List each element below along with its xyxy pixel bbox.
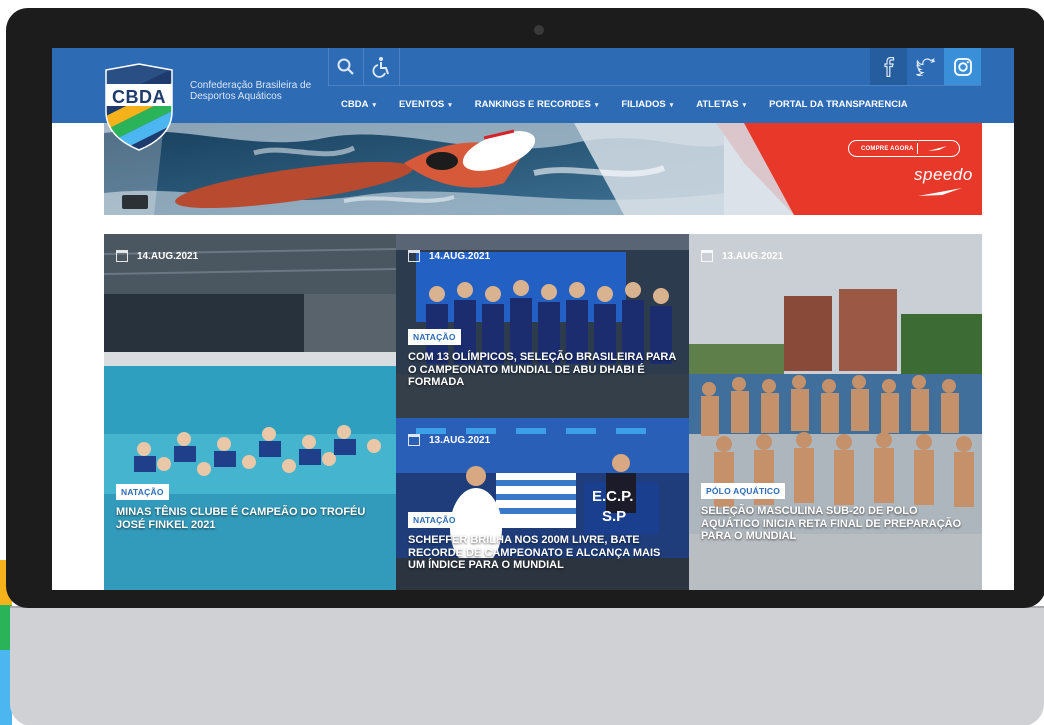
social-links (870, 48, 981, 85)
news-date: 14.AUG.2021 (116, 250, 198, 262)
news-date-text: 14.AUG.2021 (429, 250, 491, 262)
news-date: 13.AUG.2021 (408, 434, 490, 446)
site-header: Confederação Brasileira de Desportos Aqu… (52, 48, 1014, 123)
pool-celebration-photo (104, 234, 396, 590)
news-headline[interactable]: MINAS TÊNIS CLUBE É CAMPEÃO DO TROFÉU JO… (116, 506, 392, 531)
speedo-boomerang-icon (928, 146, 947, 151)
utility-icons (328, 48, 400, 85)
nav-label: EVENTOS (398, 99, 445, 110)
nav-item-filiados[interactable]: FILIADOS ▾ (621, 99, 673, 110)
speedo-ad-banner[interactable]: COMPRE AGORA speedo (104, 123, 982, 215)
news-headline[interactable]: COM 13 OLÍMPICOS, SELEÇÃO BRASILEIRA PAR… (408, 351, 680, 389)
news-date: 13.AUG.2021 (701, 250, 783, 262)
nav-label: FILIADOS (621, 99, 666, 110)
chevron-down-icon: ▾ (594, 101, 599, 109)
speedo-logo-mark (918, 188, 962, 196)
main-nav: CBDA ▾ EVENTOS ▾ RANKINGS E RECORDES ▾ FILI… (328, 86, 931, 123)
calendar-icon (116, 250, 128, 262)
news-date-text: 13.AUG.2021 (429, 434, 491, 446)
nav-item-eventos[interactable]: EVENTOS ▾ (399, 99, 452, 110)
flag-text: E.C.P. (592, 488, 634, 505)
chevron-down-icon: ▾ (669, 101, 674, 109)
nav-item-transparencia[interactable]: PORTAL DA TRANSPARENCIA (769, 99, 907, 110)
website-screen: Confederação Brasileira de Desportos Aqu… (52, 48, 1014, 590)
banner-artwork (104, 123, 982, 215)
nav-label: ATLETAS (696, 99, 739, 110)
news-date: 14.AUG.2021 (408, 250, 490, 262)
news-headline[interactable]: SCHEFFER BRILHA NOS 200M LIVRE, BATE REC… (408, 534, 680, 572)
twitter-icon[interactable] (907, 48, 944, 85)
search-icon[interactable] (328, 48, 364, 85)
button-divider (917, 143, 918, 154)
nav-label: PORTAL DA TRANSPARENCIA (769, 99, 908, 110)
chevron-down-icon: ▾ (448, 101, 452, 109)
logo-text: CBDA (112, 87, 166, 107)
buy-now-button[interactable]: COMPRE AGORA (848, 140, 960, 157)
nav-item-atletas[interactable]: ATLETAS ▾ (696, 99, 746, 110)
calendar-icon (701, 250, 713, 262)
category-badge[interactable]: NATAÇÃO (408, 512, 461, 528)
nav-item-cbda[interactable]: CBDA ▾ (341, 99, 376, 110)
news-card[interactable]: 14.AUG.2021 NATAÇÃO COM 13 OLÍMPICOS, SE… (396, 234, 689, 418)
chevron-down-icon: ▾ (372, 101, 376, 109)
flag-text: S.P (602, 508, 627, 525)
accessibility-icon[interactable] (364, 48, 400, 85)
org-name-line2: Desportos Aquáticos (190, 91, 282, 102)
camera-dot (534, 25, 544, 35)
org-name[interactable]: Confederação Brasileira de Desportos Aqu… (190, 80, 320, 102)
cbda-logo[interactable]: CBDA (104, 62, 174, 152)
category-badge[interactable]: PÓLO AQUÁTICO (701, 483, 786, 499)
calendar-icon (408, 250, 420, 262)
instagram-icon[interactable] (944, 48, 981, 85)
facebook-icon[interactable] (870, 48, 907, 85)
news-grid: 14.AUG.2021 NATAÇÃO MINAS TÊNIS CLUBE É … (104, 234, 982, 590)
nav-label: RANKINGS E RECORDES (474, 99, 591, 110)
news-date-text: 13.AUG.2021 (722, 250, 784, 262)
stage: Confederação Brasileira de Desportos Aqu… (0, 0, 1044, 725)
chevron-down-icon: ▾ (742, 101, 747, 109)
category-badge[interactable]: NATAÇÃO (408, 329, 461, 345)
news-card[interactable]: 14.AUG.2021 NATAÇÃO MINAS TÊNIS CLUBE É … (104, 234, 396, 590)
nav-label: CBDA (341, 99, 369, 110)
calendar-icon (408, 434, 420, 446)
news-date-text: 14.AUG.2021 (137, 250, 199, 262)
category-badge[interactable]: NATAÇÃO (116, 484, 169, 500)
buy-now-label: COMPRE AGORA (861, 145, 914, 152)
nav-item-rankings[interactable]: RANKINGS E RECORDES ▾ (475, 99, 599, 110)
news-headline[interactable]: SELEÇÃO MASCULINA SUB-20 DE POLO AQUÁTIC… (701, 505, 977, 543)
news-card[interactable]: 13.AUG.2021 PÓLO AQUÁTICO SELEÇÃO MASCUL… (689, 234, 982, 590)
speedo-brand: speedo (914, 165, 973, 184)
org-name-line1: Confederação Brasileira de (190, 80, 312, 91)
monitor-chin (10, 606, 1044, 725)
news-card[interactable]: E.C.P. S.P 13.AUG.2021 NATAÇÃO SCHEFFER … (396, 418, 689, 590)
